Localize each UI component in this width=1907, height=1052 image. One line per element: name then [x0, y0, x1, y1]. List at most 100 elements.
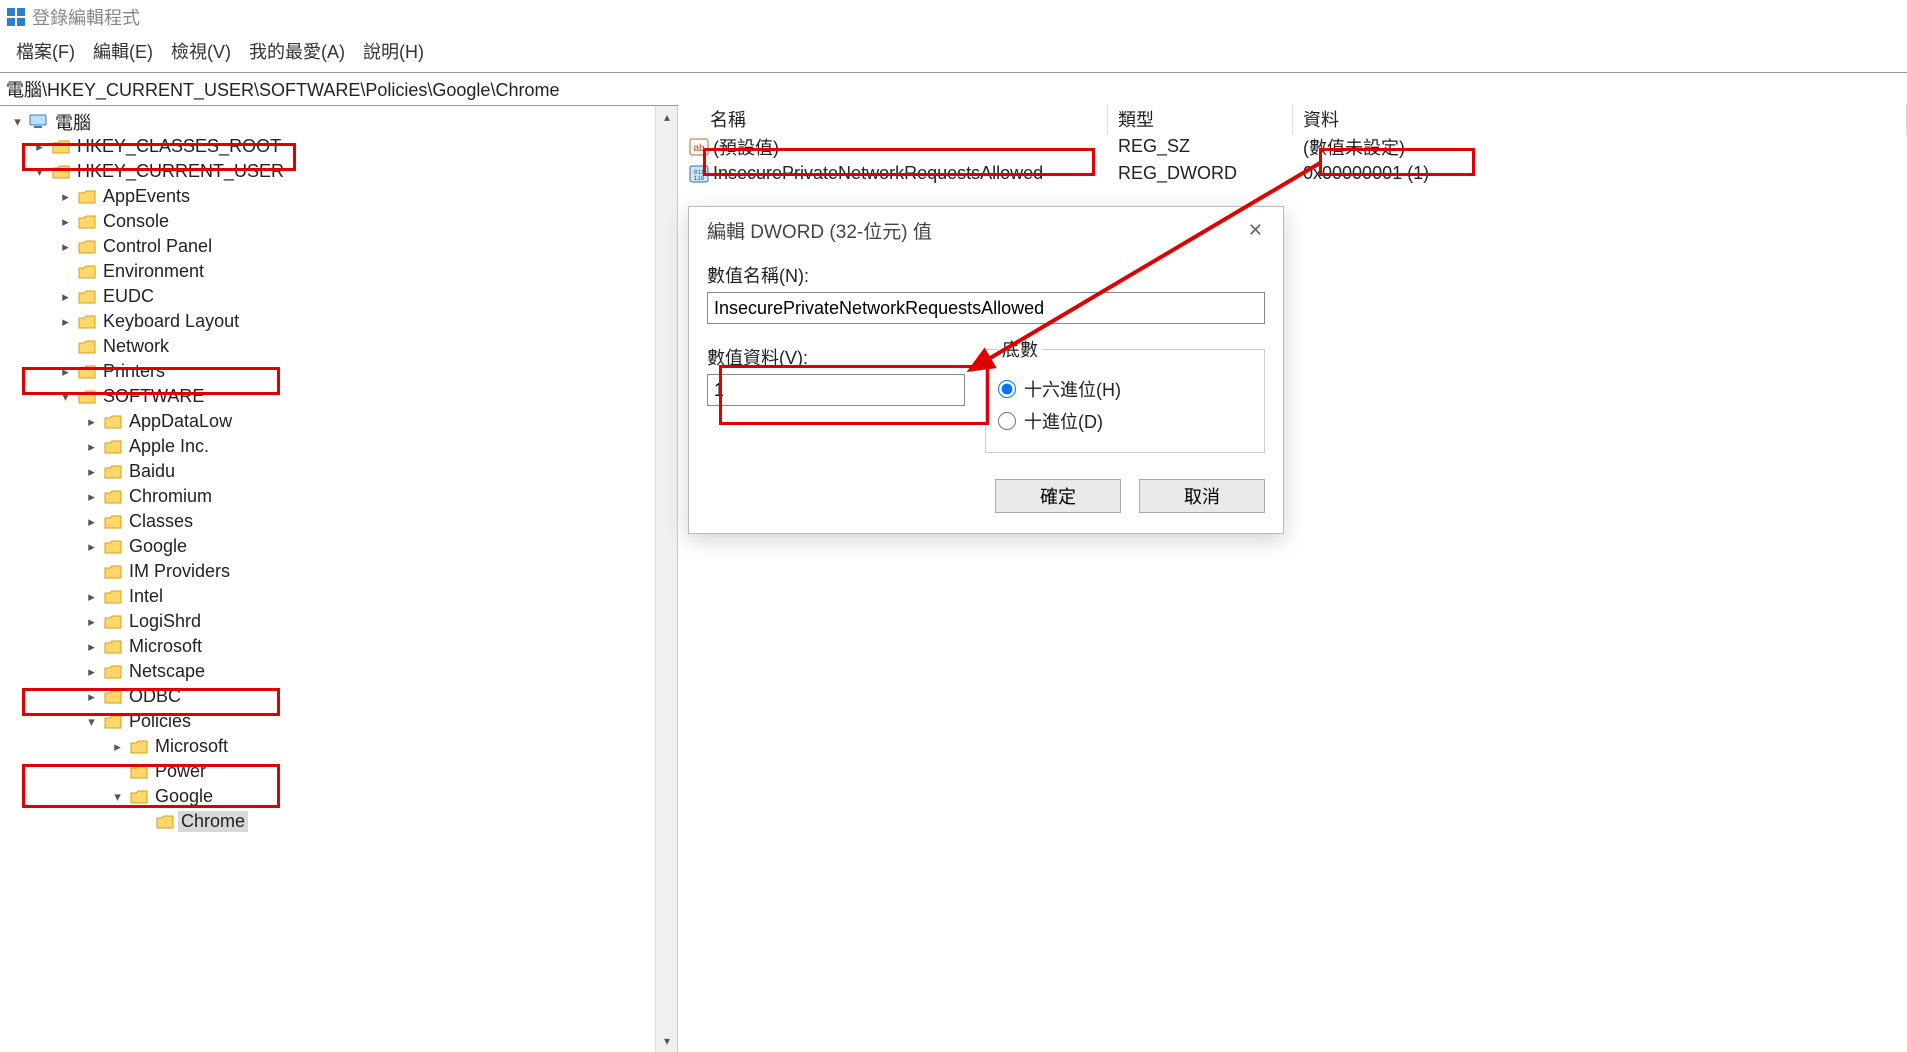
menu-help[interactable]: 說明(H)	[359, 36, 428, 66]
tree-network[interactable]: ▸Network	[6, 334, 655, 359]
chevron-right-icon[interactable]: ▸	[83, 539, 100, 555]
tree-label: Classes	[126, 511, 196, 532]
tree-chrome-key[interactable]: ▸Chrome	[6, 809, 655, 834]
menu-edit[interactable]: 編輯(E)	[89, 36, 157, 66]
value-name: InsecurePrivateNetworkRequestsAllowed	[713, 163, 1043, 184]
tree-policies-google[interactable]: ▾Google	[6, 784, 655, 809]
folder-icon	[103, 713, 123, 731]
tree-google-sw[interactable]: ▸Google	[6, 534, 655, 559]
tree-software[interactable]: ▾ SOFTWARE	[6, 384, 655, 409]
chevron-right-icon[interactable]: ▸	[57, 364, 74, 380]
tree-label: Power	[152, 761, 209, 782]
menu-view[interactable]: 檢視(V)	[167, 36, 235, 66]
tree-label: SOFTWARE	[100, 386, 207, 407]
folder-icon	[129, 788, 149, 806]
value-row-default[interactable]: ab (預設值) REG_SZ (數值未設定)	[678, 133, 1907, 160]
chevron-down-icon[interactable]: ▾	[31, 164, 48, 180]
radio-hex[interactable]: 十六進位(H)	[998, 376, 1252, 402]
col-header-type[interactable]: 類型	[1108, 104, 1293, 134]
value-row-insecure[interactable]: 011110 InsecurePrivateNetworkRequestsAll…	[678, 160, 1907, 187]
radio-hex-input[interactable]	[998, 380, 1016, 398]
tree-appevents[interactable]: ▸ AppEvents	[6, 184, 655, 209]
chevron-right-icon[interactable]: ▸	[83, 439, 100, 455]
chevron-right-icon[interactable]: ▸	[83, 414, 100, 430]
tree-label: Environment	[100, 261, 207, 282]
tree-label: EUDC	[100, 286, 157, 307]
tree-intel[interactable]: ▸Intel	[6, 584, 655, 609]
tree-controlpanel[interactable]: ▸ Control Panel	[6, 234, 655, 259]
tree-netscape[interactable]: ▸Netscape	[6, 659, 655, 684]
folder-icon	[103, 663, 123, 681]
radio-dec-input[interactable]	[998, 412, 1016, 430]
tree-appdatalow[interactable]: ▸AppDataLow	[6, 409, 655, 434]
folder-icon	[103, 588, 123, 606]
chevron-right-icon[interactable]: ▸	[109, 739, 126, 755]
radio-dec[interactable]: 十進位(D)	[998, 408, 1252, 434]
chevron-right-icon[interactable]: ▸	[57, 314, 74, 330]
chevron-down-icon[interactable]: ▾	[9, 114, 26, 130]
chevron-right-icon[interactable]: ▸	[83, 664, 100, 680]
tree-baidu[interactable]: ▸Baidu	[6, 459, 655, 484]
col-header-data[interactable]: 資料	[1293, 104, 1907, 134]
chevron-right-icon[interactable]: ▸	[57, 189, 74, 205]
tree-policies[interactable]: ▾Policies	[6, 709, 655, 734]
close-icon[interactable]: ✕	[1242, 218, 1269, 243]
tree-label: Control Panel	[100, 236, 215, 257]
folder-icon	[77, 213, 97, 231]
ok-button[interactable]: 確定	[995, 479, 1121, 513]
address-bar[interactable]: 電腦\HKEY_CURRENT_USER\SOFTWARE\Policies\G…	[0, 72, 1907, 106]
computer-icon	[29, 113, 49, 131]
chevron-right-icon[interactable]: ▸	[83, 489, 100, 505]
chevron-down-icon[interactable]: ▾	[109, 789, 126, 805]
chevron-right-icon[interactable]: ▸	[31, 139, 48, 155]
tree-chromium[interactable]: ▸Chromium	[6, 484, 655, 509]
tree-policies-power[interactable]: ▸Power	[6, 759, 655, 784]
tree-scrollbar[interactable]: ▴ ▾	[655, 106, 677, 1052]
chevron-right-icon[interactable]: ▸	[83, 614, 100, 630]
registry-tree[interactable]: ▾ 電腦 ▸ HKEY_CLASSES_ROOT ▾ HKEY_CURRENT_…	[0, 106, 655, 837]
tree-eudc[interactable]: ▸ EUDC	[6, 284, 655, 309]
tree-improviders[interactable]: ▸IM Providers	[6, 559, 655, 584]
chevron-down-icon[interactable]: ▾	[57, 389, 74, 405]
chevron-right-icon[interactable]: ▸	[57, 214, 74, 230]
chevron-right-icon[interactable]: ▸	[83, 514, 100, 530]
chevron-right-icon[interactable]: ▸	[57, 239, 74, 255]
tree-apple[interactable]: ▸ Apple Inc.	[6, 434, 655, 459]
value-data-input[interactable]	[707, 374, 965, 406]
tree-root-computer[interactable]: ▾ 電腦	[6, 109, 655, 134]
tree-printers[interactable]: ▸ Printers	[6, 359, 655, 384]
tree-label: IM Providers	[126, 561, 233, 582]
chevron-right-icon[interactable]: ▸	[83, 689, 100, 705]
menu-favorites[interactable]: 我的最愛(A)	[245, 36, 349, 66]
folder-icon	[77, 238, 97, 256]
chevron-down-icon[interactable]: ▾	[83, 714, 100, 730]
tree-odbc[interactable]: ▸ODBC	[6, 684, 655, 709]
tree-policies-microsoft[interactable]: ▸Microsoft	[6, 734, 655, 759]
tree-keyboard[interactable]: ▸Keyboard Layout	[6, 309, 655, 334]
dialog-titlebar[interactable]: 編輯 DWORD (32-位元) 值 ✕	[689, 207, 1283, 254]
tree-microsoft-sw[interactable]: ▸Microsoft	[6, 634, 655, 659]
tree-console[interactable]: ▸Console	[6, 209, 655, 234]
col-header-name[interactable]: 名稱	[678, 104, 1108, 134]
tree-environment[interactable]: ▸Environment	[6, 259, 655, 284]
scroll-down-icon[interactable]: ▾	[656, 1030, 678, 1052]
menu-file[interactable]: 檔案(F)	[12, 36, 79, 66]
chevron-right-icon[interactable]: ▸	[83, 639, 100, 655]
chevron-right-icon[interactable]: ▸	[83, 589, 100, 605]
tree-hkcu[interactable]: ▾ HKEY_CURRENT_USER	[6, 159, 655, 184]
scroll-up-icon[interactable]: ▴	[656, 106, 678, 128]
cancel-button[interactable]: 取消	[1139, 479, 1265, 513]
tree-label: Chrome	[178, 811, 248, 832]
chevron-right-icon[interactable]: ▸	[57, 289, 74, 305]
tree-classes[interactable]: ▸ Classes	[6, 509, 655, 534]
tree-label: Apple Inc.	[126, 436, 212, 457]
folder-icon	[103, 638, 123, 656]
tree-label: AppEvents	[100, 186, 193, 207]
tree-label: Printers	[100, 361, 168, 382]
chevron-right-icon[interactable]: ▸	[83, 464, 100, 480]
tree-logishrd[interactable]: ▸LogiShrd	[6, 609, 655, 634]
tree-panel: ▾ 電腦 ▸ HKEY_CLASSES_ROOT ▾ HKEY_CURRENT_…	[0, 106, 678, 1052]
folder-icon	[103, 538, 123, 556]
value-name-input[interactable]	[707, 292, 1265, 324]
tree-hkcr[interactable]: ▸ HKEY_CLASSES_ROOT	[6, 134, 655, 159]
